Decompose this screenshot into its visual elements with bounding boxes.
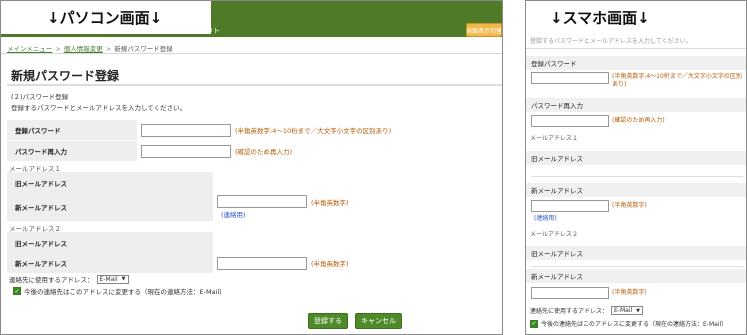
sp-mail1-group-label: メールアドレス１ [530,135,579,142]
contact-address-row: 連絡先に使用するアドレス： E-Mail ▼ [9,274,129,284]
cancel-button[interactable]: キャンセル [355,313,402,329]
mail2-old-value [213,232,502,253]
change-contact-row: ✓ 今後の連絡先はこのアドレスに変更する（現在の連絡方法：E-Mail） [13,286,226,296]
password-confirm-note: (確認のため再入力) [235,148,293,156]
sp-password-input[interactable] [531,72,609,84]
sp-mail1-old-label: 旧メールアドレス [526,151,746,165]
password-row: 登録パスワード (半角英数字:4～10桁まで／大文字小文字の区別あり) [7,120,502,140]
divider [1,53,502,54]
pc-screen-panel: 利用者機能 予約の申込み 施設の案内 ログアウト 画面表示切替 ↓パソコン画面↓… [0,0,503,335]
change-contact-label: 今後の連絡先はこのアドレスに変更する（現在の連絡方法：E-Mail） [24,288,226,296]
mail1-old-label: 旧メールアドレス [7,172,213,193]
sp-change-contact-checkbox[interactable]: ✓ [530,319,538,328]
password-confirm-label: パスワード再入力 [7,141,137,161]
sp-confirm-input[interactable] [531,115,609,127]
contact-address-selected: E-Mail [99,275,118,283]
breadcrumb: メインメニュー > 個人情報変更 > 新規パスワード登録 [7,43,173,53]
title-rule [7,84,502,86]
breadcrumb-separator: > [105,45,112,53]
breadcrumb-separator: > [55,45,61,53]
sp-change-contact-row: ✓ 今後の連絡先はこのアドレスに変更する（現在の連絡方法：E-Mail） [530,319,727,328]
instruction-text: 登録するパスワードとメールアドレスを入力してください。 [11,104,187,112]
chevron-down-icon: ▼ [636,307,641,314]
change-contact-checkbox[interactable]: ✓ [13,287,21,295]
sp-confirm-note: (確認のため再入力) [612,117,665,124]
password-input[interactable] [141,123,231,137]
sp-instruction-text: 登録するパスワードとメールアドレスを入力してください。 [530,38,692,45]
smartphone-screen-caption: ↓スマホ画面↓ [526,1,746,34]
smartphone-screen-panel: ↓スマホ画面↓ 登録するパスワードとメールアドレスを入力してください。 登録パス… [525,0,747,335]
sp-mail1-new-input[interactable] [531,200,609,212]
mail1-new-input[interactable] [217,195,307,208]
breadcrumb-current: 新規パスワード登録 [114,45,173,53]
mail1-new-cell: (半角英数字) (連絡用) [213,193,502,221]
sp-contact-use-link[interactable]: (連絡用) [534,213,557,222]
divider [526,48,746,49]
sp-contact-address-select[interactable]: E-Mail ▼ [611,306,644,315]
sp-password-label: 登録パスワード [526,56,746,70]
pc-screen-caption: ↓パソコン画面↓ [1,1,211,34]
sp-contact-address-selected: E-Mail [614,307,633,314]
mail2-new-input[interactable] [217,256,307,270]
breadcrumb-link[interactable]: 個人情報変更 [64,45,103,53]
mail1-new-note: (半角英数字) [311,198,349,207]
sp-change-contact-label: 今後の連絡先はこのアドレスに変更する（現在の連絡方法：E-Mail） [541,321,728,328]
password-confirm-cell: (確認のため再入力) [137,141,502,161]
breadcrumb-link[interactable]: メインメニュー [7,45,52,53]
contact-use-link[interactable]: (連絡用) [221,209,246,219]
sp-mail2-group-label: メールアドレス２ [530,231,579,238]
sp-confirm-label: パスワード再入力 [526,98,746,112]
password-label: 登録パスワード [7,120,137,140]
divider [531,176,743,177]
mail2-new-row: 新メールアドレス (半角英数字) [7,253,502,273]
sp-mail2-new-input[interactable] [531,287,609,299]
contact-address-label: 連絡先に使用するアドレス： [9,276,94,284]
sp-mail2-note: (半角英数字) [612,289,647,296]
chevron-down-icon: ▼ [121,276,126,282]
display-switch-button[interactable]: 画面表示切替 [466,23,502,37]
sp-mail2-new-label: 新メールアドレス [526,269,746,283]
password-confirm-input[interactable] [141,144,231,158]
section-heading: (２)パスワード登録 [11,93,69,101]
sp-contact-address-label: 連絡先に使用するアドレス： [530,308,609,315]
mail2-old-label: 旧メールアドレス [7,232,213,253]
register-button[interactable]: 登録する [308,313,348,329]
contact-address-select[interactable]: E-Mail ▼ [96,274,129,284]
sp-contact-address-row: 連絡先に使用するアドレス： E-Mail ▼ [530,306,644,315]
password-cell: (半角英数字:4～10桁まで／大文字小文字の区別あり) [137,120,502,140]
mail2-old-row: 旧メールアドレス [7,232,502,253]
mail2-new-label: 新メールアドレス [7,253,213,273]
sp-mail1-new-label: 新メールアドレス [526,183,746,197]
sp-mail2-old-label: 旧メールアドレス [526,246,746,260]
mail1-new-label: 新メールアドレス [7,193,213,221]
divider [531,266,743,267]
mail1-old-row: 旧メールアドレス [7,172,502,193]
mail1-new-row: 新メールアドレス (半角英数字) (連絡用) [7,193,502,221]
mail2-new-cell: (半角英数字) [213,253,502,273]
sp-password-note: (半角英数字:4～10桁まで／大文字小文字の区別あり) [612,73,742,88]
mail2-new-note: (半角英数字) [311,260,349,268]
sp-mail1-note: (半角英数字) [612,202,647,209]
mail1-old-value [213,172,502,193]
password-note: (半角英数字:4～10桁まで／大文字小文字の区別あり) [235,127,392,135]
page-title: 新規パスワード登録 [11,69,120,83]
password-confirm-row: パスワード再入力 (確認のため再入力) [7,141,502,161]
